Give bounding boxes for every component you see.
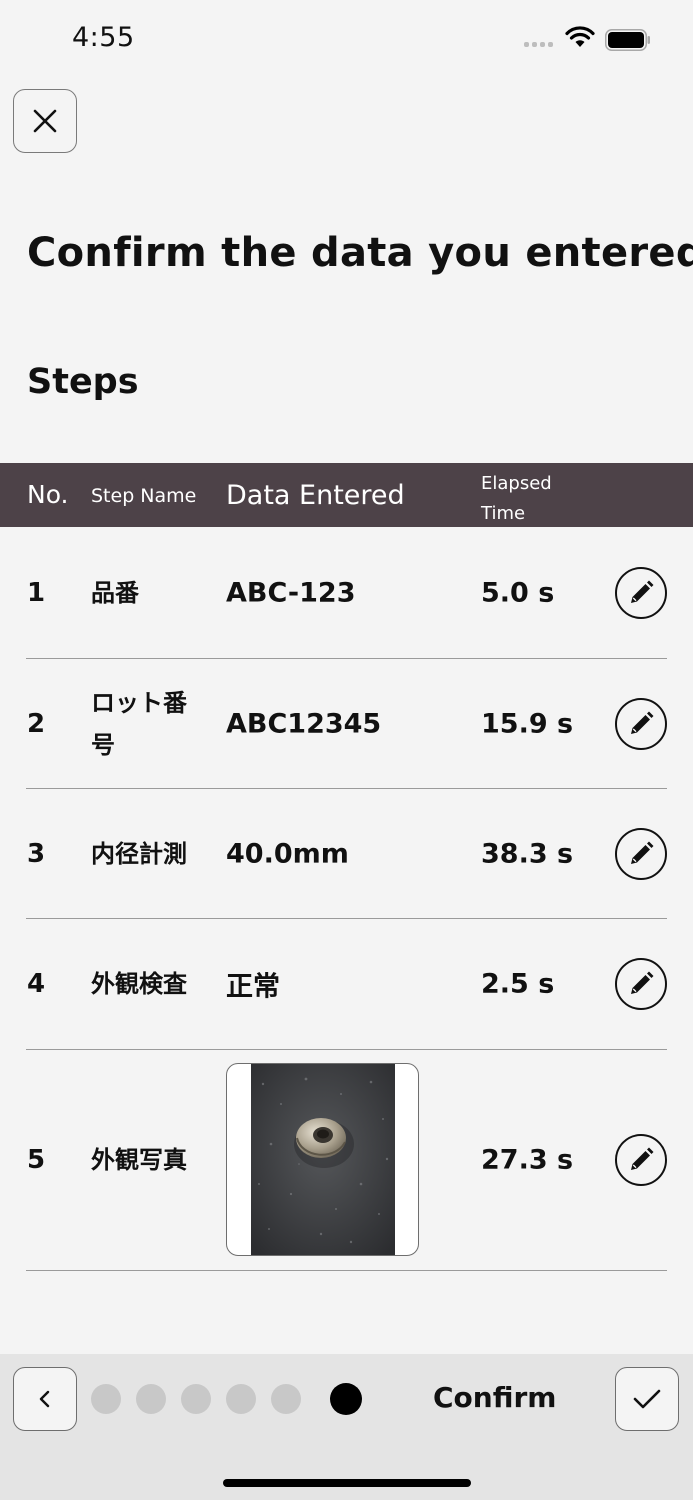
progress-dot [271,1384,301,1414]
pencil-icon [631,1147,654,1170]
battery-icon [605,29,650,51]
progress-dot [136,1384,166,1414]
footer-bar: Confirm [0,1354,693,1500]
table-row: 4 外観検査 正常 2.5 s [0,919,693,1049]
table-row: 2 ロット番号 ABC12345 15.9 s [0,659,693,788]
header-no: No. [27,480,69,509]
row-elapsed-time: 5.0 s [481,577,555,609]
confirm-button[interactable] [615,1367,679,1431]
edit-button[interactable] [615,697,667,750]
cellular-signal-icon [524,42,553,47]
section-title: Steps [27,362,139,402]
edit-button[interactable] [615,1134,667,1186]
confirm-label: Confirm [433,1381,557,1414]
checkmark-icon [633,1389,661,1409]
header-elapsed-time: Elapsed Time [481,473,552,524]
header-data-entered: Data Entered [226,480,405,511]
row-data-entered: 正常 [226,971,280,1003]
header-step-name: Step Name [91,485,197,507]
row-elapsed-time: 2.5 s [481,968,555,1000]
close-icon [33,109,57,133]
page-title: Confirm the data you entered [27,230,693,276]
row-number: 1 [27,578,46,608]
photo-thumbnail[interactable] [226,1063,419,1256]
row-step-name: 外観写真 [91,1146,187,1174]
table-row: 3 内径計測 40.0mm 38.3 s [0,789,693,918]
pencil-icon [631,841,654,864]
row-step-name: 品番 [91,579,139,607]
wifi-icon [565,26,595,47]
row-step-name: 内径計測 [91,839,187,868]
row-data-entered: 40.0mm [226,838,349,869]
row-number: 4 [27,969,46,999]
row-step-name: 外観検査 [91,970,187,998]
row-elapsed-time: 15.9 s [481,708,574,739]
chevron-left-icon [39,1390,50,1408]
progress-dot-active [330,1383,362,1415]
inspection-photo [251,1064,395,1255]
edit-button[interactable] [615,958,667,1010]
pencil-icon [631,711,654,734]
row-elapsed-time: 38.3 s [481,838,574,869]
row-number: 5 [27,1145,46,1175]
row-data-entered: ABC-123 [226,577,356,609]
progress-dot [226,1384,256,1414]
row-step-name: ロット番号 [91,688,187,759]
status-bar: 4:55 [0,0,693,80]
pencil-icon [631,971,654,994]
progress-dot [181,1384,211,1414]
edit-button[interactable] [615,567,667,619]
row-data-entered: ABC12345 [226,708,382,739]
edit-button[interactable] [615,827,667,880]
table-header: No. Step Name Data Entered Elapsed Time [0,463,693,527]
pencil-icon [631,580,654,603]
home-indicator [223,1479,471,1487]
progress-dot [91,1384,121,1414]
close-button[interactable] [13,89,77,153]
row-number: 2 [27,708,46,739]
table-row: 1 品番 ABC-123 5.0 s [0,528,693,658]
row-divider [26,1270,667,1271]
back-button[interactable] [13,1367,77,1431]
row-elapsed-time: 27.3 s [481,1144,574,1176]
status-time: 4:55 [72,22,135,53]
row-number: 3 [27,838,46,869]
